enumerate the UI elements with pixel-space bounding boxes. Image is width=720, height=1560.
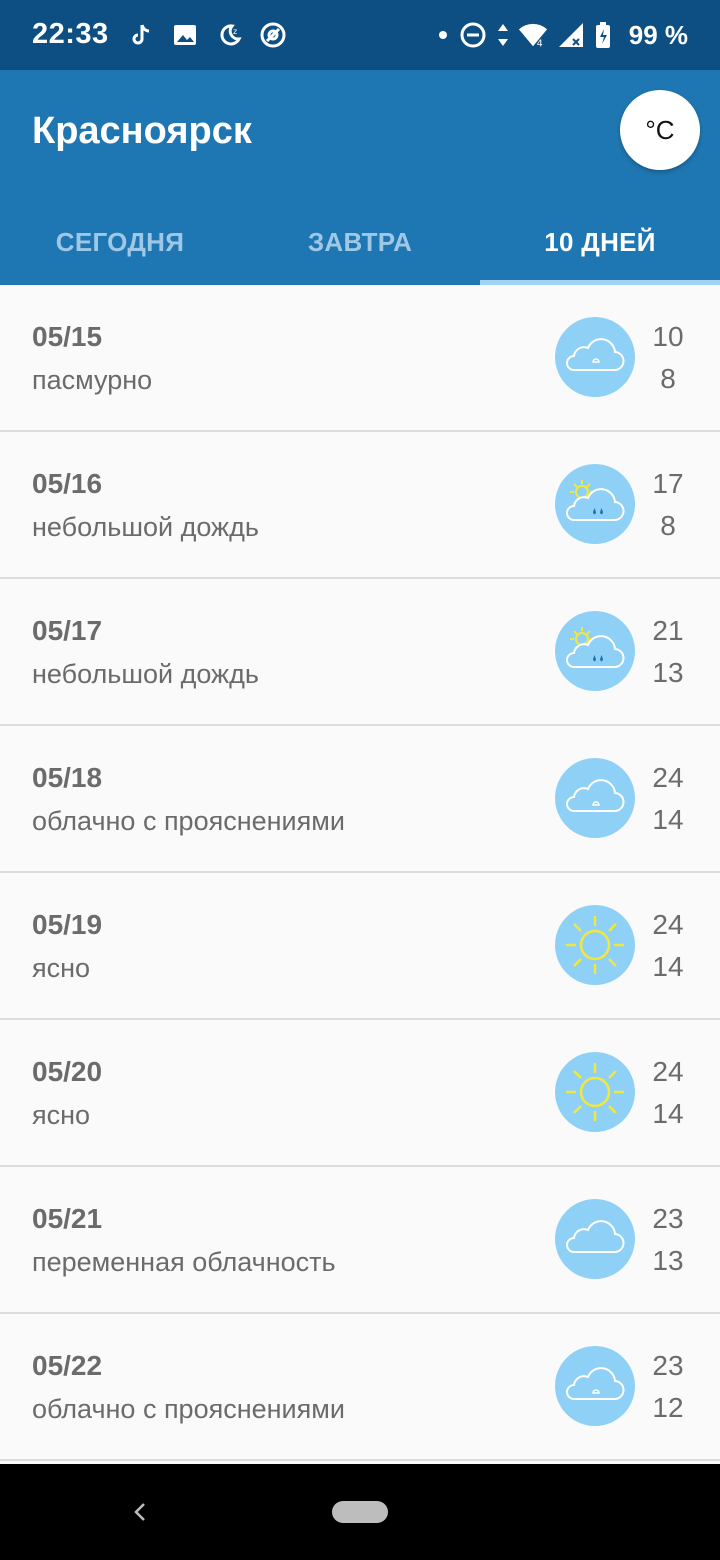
forecast-low: 14 [652, 951, 684, 982]
home-pill-icon[interactable] [332, 1501, 388, 1523]
status-bar: 22:33 z 4 99 % [0, 0, 720, 70]
battery-icon [594, 20, 612, 50]
forecast-row[interactable]: 05/21 переменная облачность 23 13 [0, 1167, 720, 1314]
forecast-low: 14 [652, 1098, 684, 1129]
forecast-description: облачно с прояснениями [32, 1394, 345, 1424]
forecast-description: пасмурно [32, 365, 153, 395]
image-icon [170, 20, 200, 50]
forecast-date: 05/17 [32, 615, 103, 646]
forecast-date: 05/21 [32, 1203, 103, 1234]
forecast-description: облачно с прояснениями [32, 806, 345, 836]
forecast-high: 23 [652, 1203, 684, 1234]
forecast-date: 05/19 [32, 909, 103, 940]
forecast-high: 23 [652, 1350, 684, 1381]
sun-icon [555, 905, 635, 985]
forecast-date: 05/22 [32, 1350, 103, 1381]
night-mode-icon: z [214, 20, 244, 50]
svg-text:4: 4 [537, 38, 543, 49]
forecast-high: 10 [652, 321, 684, 352]
forecast-row[interactable]: 05/22 облачно с прояснениями 23 12 [0, 1314, 720, 1461]
forecast-low: 13 [652, 1245, 684, 1276]
forecast-date: 05/16 [32, 468, 103, 499]
forecast-date: 05/18 [32, 762, 103, 793]
tab-today[interactable]: СЕГОДНЯ [0, 200, 240, 285]
forecast-description: ясно [32, 953, 91, 983]
forecast-high: 24 [652, 762, 684, 793]
navigation-bar [0, 1464, 720, 1560]
temperature-unit-button[interactable]: °C [620, 90, 700, 170]
forecast-high: 24 [652, 1056, 684, 1087]
sun-cloud-rain-icon [555, 464, 635, 544]
city-title: Красноярск [32, 110, 252, 152]
app-bar: Красноярск °C СЕГОДНЯ ЗАВТРА 10 ДНЕЙ [0, 70, 720, 285]
back-icon[interactable] [128, 1498, 152, 1526]
status-time: 22:33 [32, 18, 109, 50]
forecast-high: 17 [652, 468, 684, 499]
forecast-list: 05/15 пасмурно 10 8 05/16 небольшой дожд… [0, 285, 720, 1461]
forecast-low: 8 [660, 363, 676, 394]
sun-cloud-rain-icon [555, 611, 635, 691]
forecast-row[interactable]: 05/17 небольшой дождь 21 13 [0, 579, 720, 726]
wifi-icon: 4 [518, 20, 548, 50]
forecast-description: ясно [32, 1100, 91, 1130]
forecast-row[interactable]: 05/15 пасмурно 10 8 [0, 285, 720, 432]
forecast-row[interactable]: 05/20 ясно 24 14 [0, 1020, 720, 1167]
tiktok-icon [126, 20, 156, 50]
forecast-description: небольшой дождь [32, 512, 259, 542]
notification-dot-icon [436, 20, 450, 50]
forecast-high: 24 [652, 909, 684, 940]
tab-bar: СЕГОДНЯ ЗАВТРА 10 ДНЕЙ [0, 200, 720, 285]
forecast-low: 12 [652, 1392, 684, 1423]
overcast-icon [555, 317, 635, 397]
forecast-row[interactable]: 05/18 облачно с прояснениями 24 14 [0, 726, 720, 873]
at-sign-icon [258, 20, 288, 50]
data-arrows-icon [496, 20, 510, 50]
cloudy-icon [555, 758, 635, 838]
forecast-row[interactable]: 05/16 небольшой дождь 17 8 [0, 432, 720, 579]
status-notification-icons: z [126, 20, 288, 50]
forecast-date: 05/20 [32, 1056, 103, 1087]
forecast-date: 05/15 [32, 321, 103, 352]
battery-percent: 99 % [628, 20, 688, 50]
cloudy-icon [555, 1346, 635, 1426]
forecast-high: 21 [652, 615, 684, 646]
dnd-icon [458, 20, 488, 50]
forecast-row[interactable]: 05/19 ясно 24 14 [0, 873, 720, 1020]
tab-tomorrow[interactable]: ЗАВТРА [240, 200, 480, 285]
sun-icon [555, 1052, 635, 1132]
forecast-low: 14 [652, 804, 684, 835]
forecast-description: переменная облачность [32, 1247, 336, 1277]
forecast-low: 13 [652, 657, 684, 688]
cloud-icon [555, 1199, 635, 1279]
signal-icon [556, 20, 586, 50]
status-system-icons: 4 [436, 20, 612, 50]
tab-10-days[interactable]: 10 ДНЕЙ [480, 200, 720, 285]
svg-text:z: z [233, 27, 237, 36]
forecast-description: небольшой дождь [32, 659, 259, 689]
forecast-low: 8 [660, 510, 676, 541]
